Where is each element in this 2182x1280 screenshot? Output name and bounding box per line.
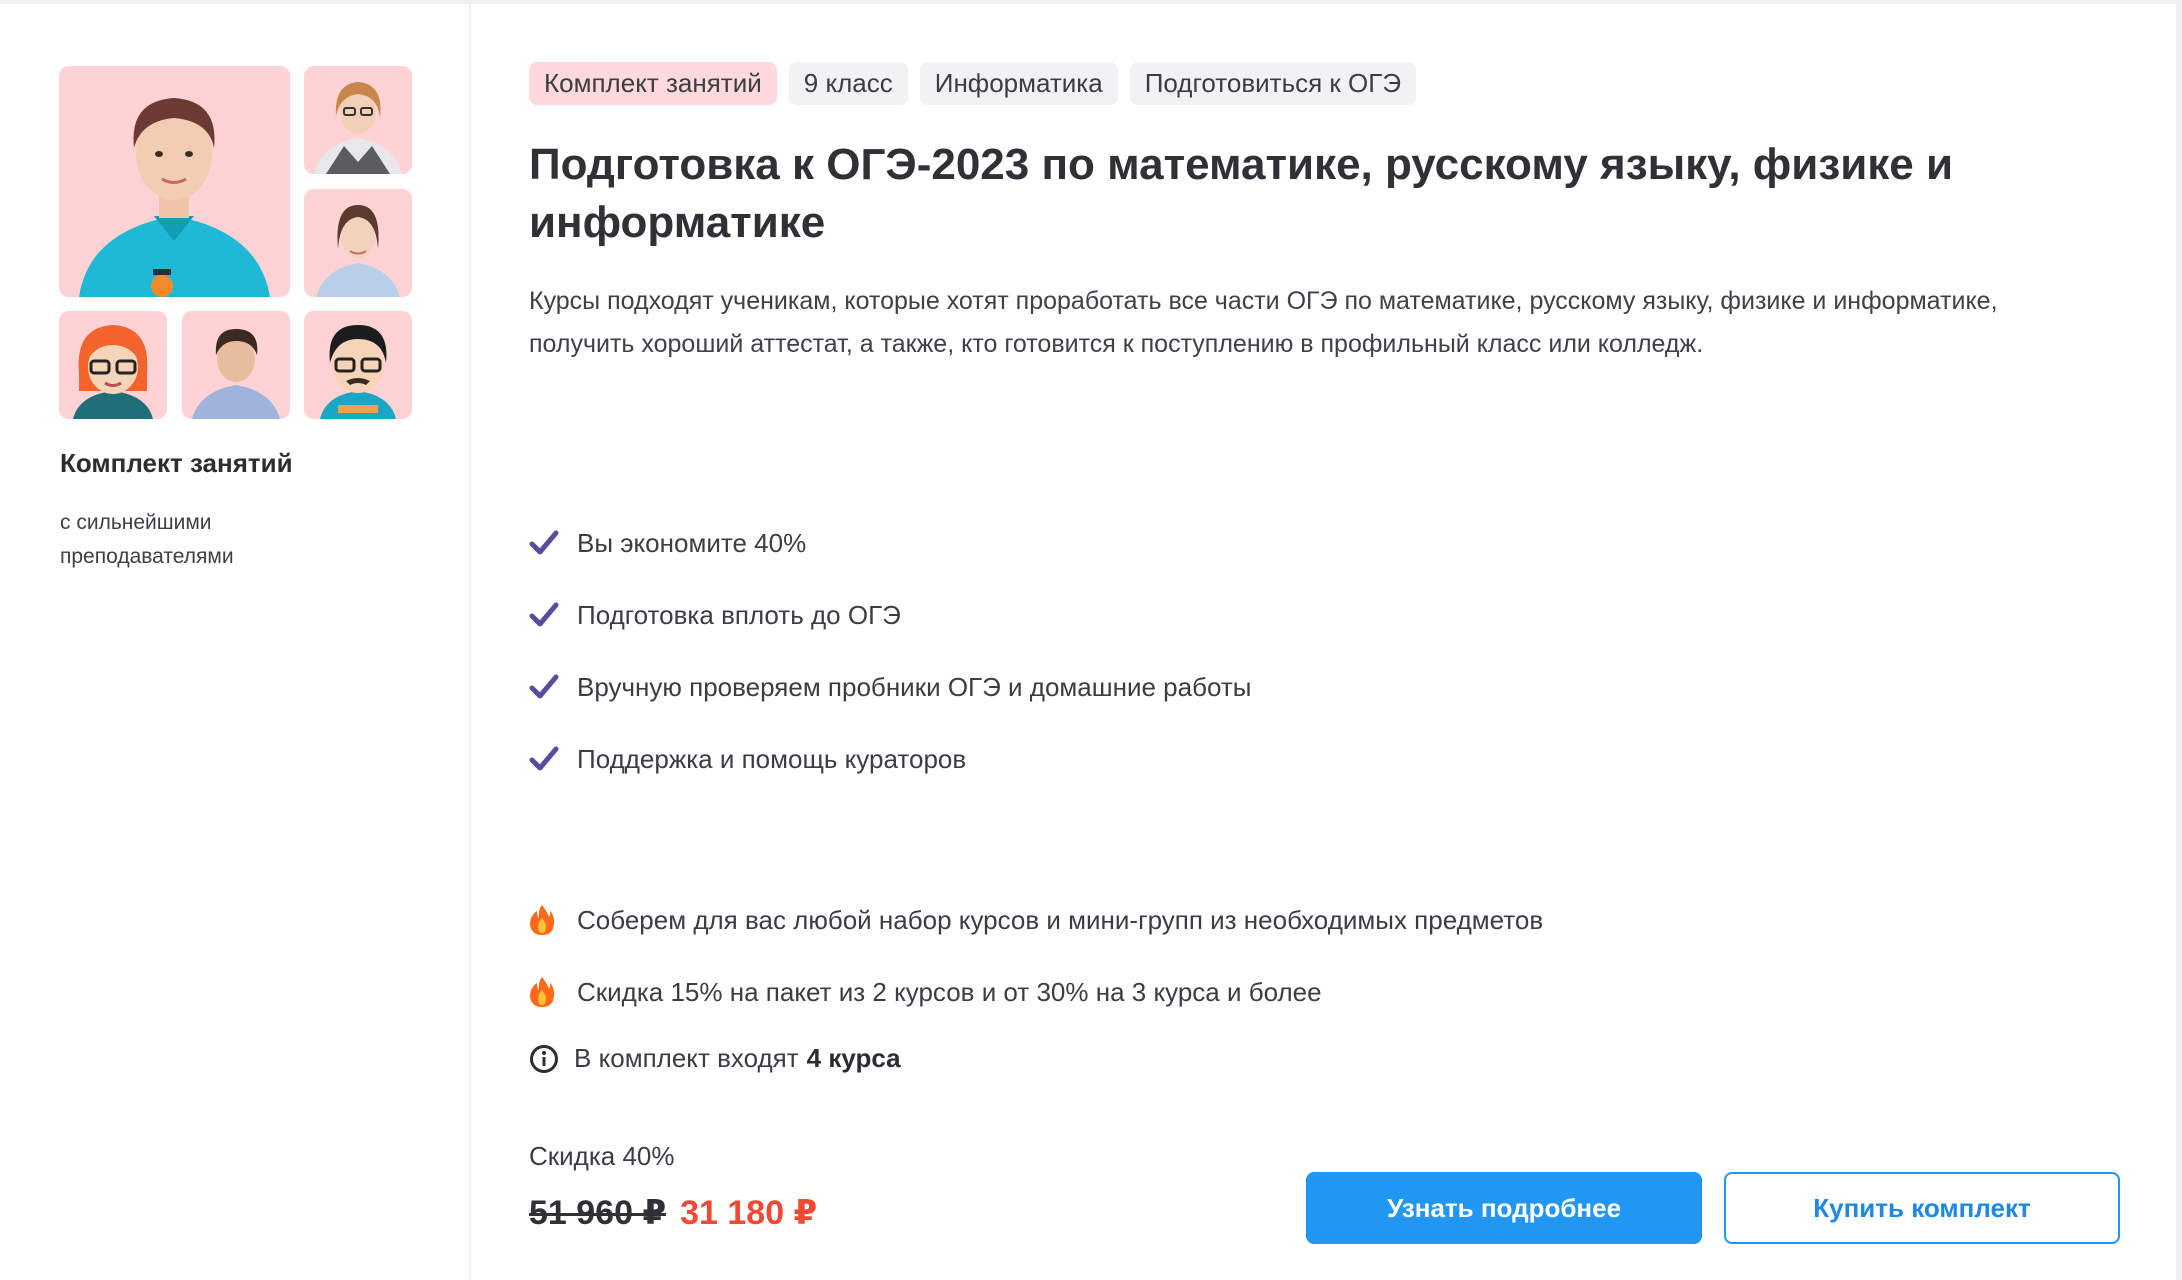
discount-label: Скидка 40% [529, 1141, 675, 1171]
benefits-list: Вы экономите 40% Подготовка вплоть до ОГ… [529, 507, 1251, 795]
check-icon [529, 741, 577, 777]
offer-item: Скидка 15% на пакет из 2 курсов и от 30%… [529, 956, 1543, 1028]
teacher-photo-5 [182, 311, 290, 419]
teacher-photo-3 [304, 189, 412, 297]
offers-list: Соберем для вас любой набор курсов и мин… [529, 884, 1543, 1028]
bundle-course-count: 4 курса [806, 1043, 901, 1073]
tag-list: Комплект занятий 9 класс Информатика Под… [529, 62, 1417, 105]
check-icon [529, 669, 577, 705]
teacher-photo-main [59, 66, 290, 297]
fire-icon [529, 974, 577, 1010]
new-price: 31 180 ₽ [680, 1194, 818, 1232]
bundle-label: Комплект занятий [60, 448, 293, 478]
bundle-info: В комплект входят 4 курса [529, 1043, 901, 1074]
benefit-item: Поддержка и помощь кураторов [529, 723, 1251, 795]
benefit-item: Подготовка вплоть до ОГЭ [529, 579, 1251, 651]
tag-goal[interactable]: Подготовиться к ОГЭ [1129, 62, 1417, 105]
bundle-subtitle: с сильнейшими преподавателями [60, 511, 234, 568]
benefit-text: Вы экономите 40% [577, 527, 807, 558]
tag-subject[interactable]: Информатика [919, 62, 1118, 105]
course-title: Подготовка к ОГЭ-2023 по математике, рус… [529, 140, 1954, 247]
buy-bundle-button[interactable]: Купить комплект [1724, 1172, 2120, 1244]
fire-icon [529, 902, 577, 938]
check-icon [529, 597, 577, 633]
old-price: 51 960 ₽ [529, 1194, 667, 1232]
tag-bundle[interactable]: Комплект занятий [529, 62, 777, 105]
benefit-item: Вы экономите 40% [529, 507, 1251, 579]
benefit-text: Вручную проверяем пробники ОГЭ и домашни… [577, 671, 1252, 702]
right-edge [2176, 0, 2182, 1280]
teacher-avatar-6 [304, 311, 412, 419]
teachers-panel: Комплект занятий с сильнейшими преподава… [0, 4, 471, 1280]
teacher-photo-2 [304, 66, 412, 174]
offer-text: Скидка 15% на пакет из 2 курсов и от 30%… [577, 976, 1322, 1007]
offer-text: Соберем для вас любой набор курсов и мин… [577, 904, 1544, 935]
details-button[interactable]: Узнать подробнее [1306, 1172, 1702, 1244]
course-description: Курсы подходят ученикам, которые хотят п… [529, 287, 1998, 358]
info-icon[interactable] [529, 1044, 574, 1074]
tag-grade[interactable]: 9 класс [788, 62, 908, 105]
benefit-text: Поддержка и помощь кураторов [577, 743, 967, 774]
price-block: 51 960 ₽ 31 180 ₽ [529, 1193, 817, 1233]
course-card: Комплект занятий с сильнейшими преподава… [0, 0, 2182, 1280]
benefit-item: Вручную проверяем пробники ОГЭ и домашни… [529, 651, 1251, 723]
offer-item: Соберем для вас любой набор курсов и мин… [529, 884, 1543, 956]
bundle-info-text: В комплект входят [574, 1043, 799, 1073]
check-icon [529, 525, 577, 561]
benefit-text: Подготовка вплоть до ОГЭ [577, 599, 901, 630]
teacher-avatar-4 [59, 311, 167, 419]
